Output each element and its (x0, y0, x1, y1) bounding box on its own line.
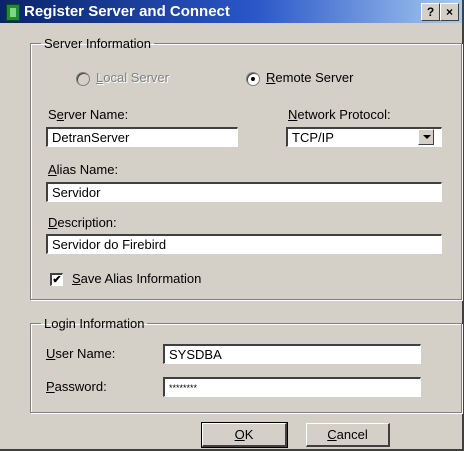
description-label: Description: (48, 215, 117, 230)
local-server-label: Local Server (96, 70, 169, 85)
radio-selected-dot (251, 77, 255, 81)
app-icon (6, 4, 20, 21)
remote-server-radio[interactable] (246, 72, 260, 86)
user-name-input[interactable]: SYSDBA (163, 344, 421, 364)
save-alias-label: Save Alias Information (72, 271, 202, 286)
chevron-down-icon[interactable] (418, 129, 434, 145)
local-server-radio[interactable] (76, 72, 90, 86)
alias-name-label: Alias Name: (48, 162, 119, 177)
close-button[interactable]: × (440, 3, 459, 21)
register-server-dialog: Register Server and Connect ? × Server I… (0, 0, 464, 451)
ok-button[interactable]: OK (201, 422, 288, 448)
login-information-group: Login Information (30, 316, 462, 413)
description-input[interactable]: Servidor do Firebird (46, 234, 442, 254)
network-protocol-value: TCP/IP (292, 130, 334, 145)
title-bar[interactable]: Register Server and Connect ? × (0, 0, 462, 23)
password-label: Password: (46, 379, 107, 394)
help-button[interactable]: ? (421, 3, 440, 21)
alias-name-input[interactable]: Servidor (46, 182, 442, 202)
login-information-legend: Login Information (44, 316, 145, 331)
cancel-button[interactable]: Cancel (306, 423, 390, 447)
network-protocol-label: Network Protocol: (288, 107, 391, 122)
checkmark-icon: ✔ (52, 274, 62, 286)
user-name-label: User Name: (46, 346, 116, 361)
server-name-input[interactable]: DetranServer (46, 127, 238, 147)
remote-server-label: Remote Server (266, 70, 354, 85)
password-input[interactable]: ******** (163, 377, 421, 397)
server-name-label: Server Name: (48, 107, 129, 122)
dialog-title: Register Server and Connect (24, 3, 230, 20)
save-alias-checkbox[interactable]: ✔ (50, 273, 63, 286)
server-information-legend: Server Information (44, 36, 151, 51)
